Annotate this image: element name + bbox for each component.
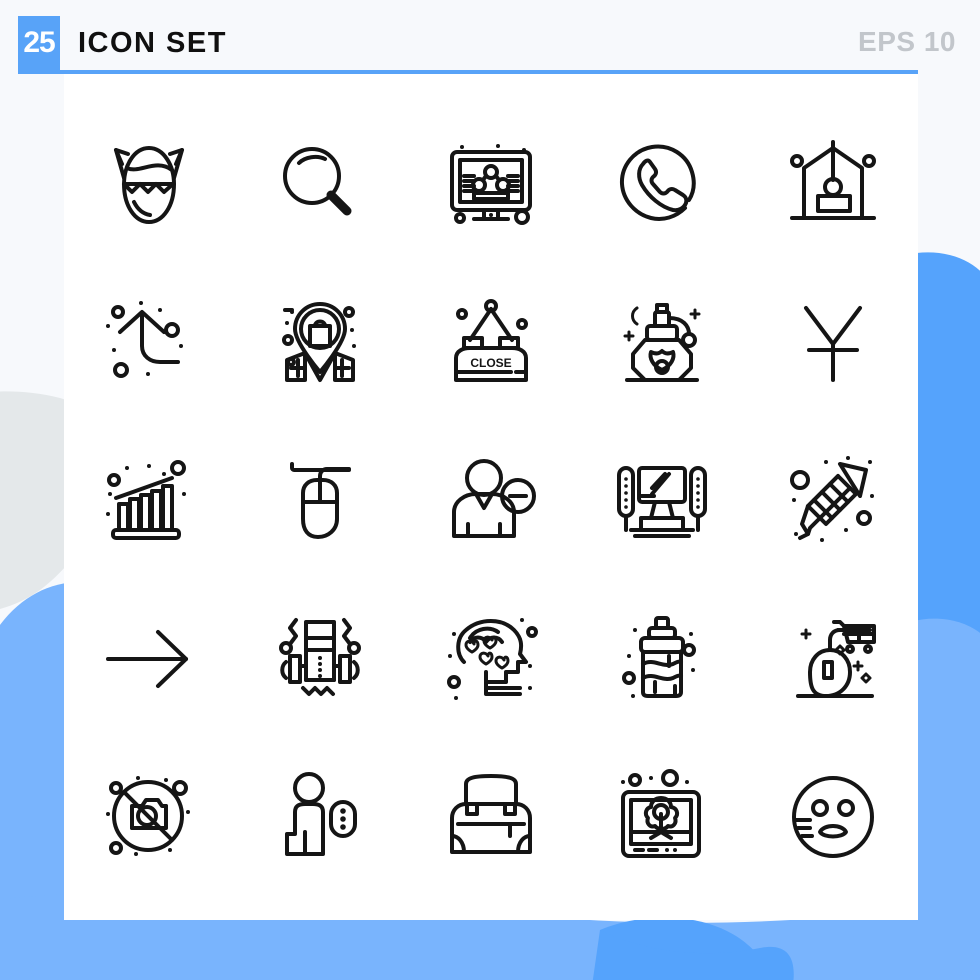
icon-cell-perfume[interactable] [576,264,747,422]
yen-currency-icon [803,306,862,382]
icon-cell-shop-location[interactable] [235,264,406,422]
page-title: ICON SET [78,26,227,59]
icon-cell-user-message[interactable] [235,738,406,896]
icon-cell-firework-rocket[interactable] [747,422,918,580]
monitor-network-icon [449,144,532,225]
icon-cell-home-theater[interactable] [576,422,747,580]
flower-picture-icon [620,769,701,858]
header-left-group: 25 ICON SET [18,16,227,70]
icon-cell-head-love[interactable] [406,580,577,738]
icon-cell-easter-egg[interactable] [64,106,235,264]
bar-chart-growth-icon [106,460,187,540]
icon-count-badge: 25 [18,16,60,70]
curved-up-arrow-icon [106,301,184,378]
home-theater-icon [616,466,707,538]
icon-cell-no-photo[interactable] [64,738,235,896]
computer-mouse-icon [290,462,352,539]
icon-cell-remove-user[interactable] [406,422,577,580]
icon-cell-monitor-network[interactable] [406,106,577,264]
handbag-icon [449,774,532,854]
icon-cell-online-shopping[interactable] [747,580,918,738]
phone-call-icon [619,144,696,221]
icon-cell-yen-currency[interactable] [747,264,918,422]
remove-user-icon [451,459,536,538]
no-photo-icon [106,776,191,856]
icon-grid: CLOSE [64,106,918,896]
magnifier-icon [283,147,352,216]
vibration-machine-icon [279,618,362,696]
spray-can-icon [621,616,696,698]
icon-cell-curved-up-arrow[interactable] [64,264,235,422]
icon-cell-spray-can[interactable] [576,580,747,738]
perfume-icon [623,303,701,382]
eps-version-label: EPS 10 [858,26,956,57]
easter-egg-icon [114,146,185,224]
close-sign-icon: CLOSE [453,299,528,382]
close-sign-text: CLOSE [470,356,511,370]
header: 25 ICON SET EPS 10 [0,0,980,74]
arrow-right-icon [106,630,189,688]
firework-rocket-icon [789,456,874,542]
icon-cell-computer-mouse[interactable] [235,422,406,580]
icon-cell-handbag[interactable] [406,738,577,896]
icon-cell-magnifier[interactable] [235,106,406,264]
icon-cell-phone-call[interactable] [576,106,747,264]
header-divider [18,70,918,74]
icon-cell-flower-picture[interactable] [576,738,747,896]
online-shopping-icon [795,620,876,698]
head-love-icon [446,618,538,700]
price-tag-sign-icon [789,140,876,220]
icon-cell-arrow-right[interactable] [64,580,235,738]
user-message-icon [285,772,358,856]
icon-cell-vibration-machine[interactable] [235,580,406,738]
icon-cell-bar-chart-growth[interactable] [64,422,235,580]
icon-cell-close-sign[interactable]: CLOSE [406,264,577,422]
icon-cell-sad-emoji[interactable] [747,738,918,896]
icon-cell-price-tag-sign[interactable] [747,106,918,264]
shop-location-icon [282,302,357,382]
sad-emoji-icon [791,776,874,858]
